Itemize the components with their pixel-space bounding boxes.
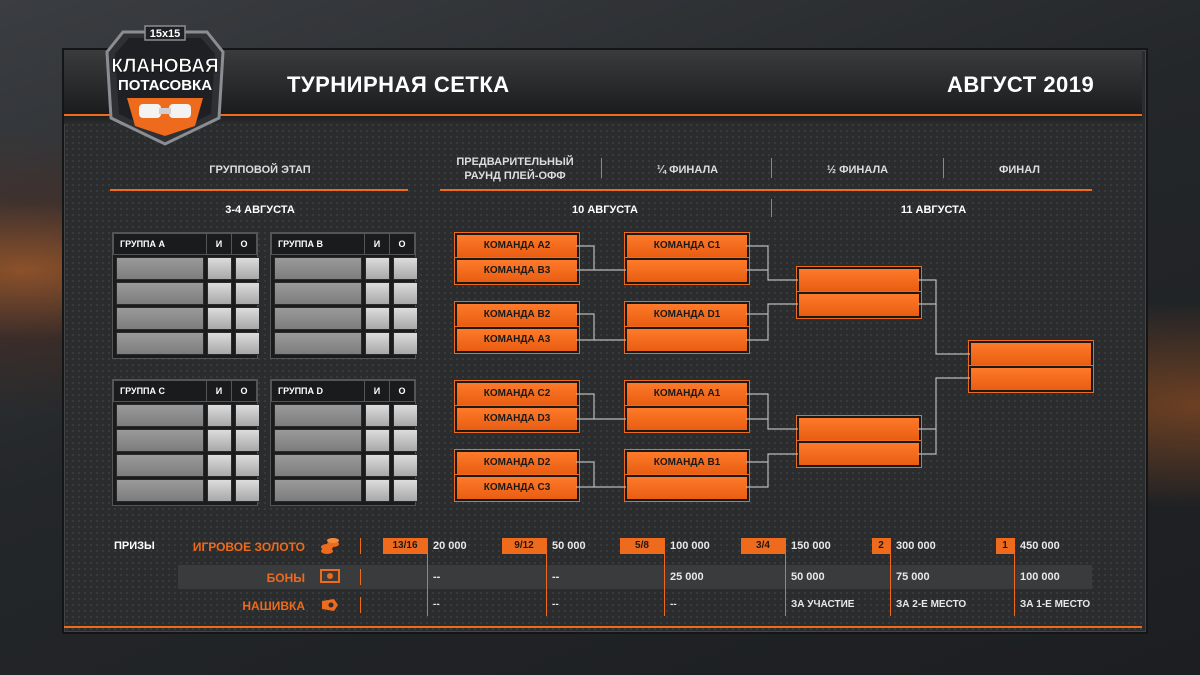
gold-coins-icon — [320, 538, 340, 561]
patch-value: ЗА УЧАСТИЕ — [791, 599, 855, 610]
divider — [890, 538, 891, 616]
place-tag: 3/4 — [741, 538, 785, 554]
prizes-label: ПРИЗЫ — [114, 540, 155, 552]
place-tag: 13/16 — [383, 538, 427, 554]
divider — [427, 538, 428, 616]
divider — [1014, 538, 1015, 616]
gold-row-label: ИГРОВОЕ ЗОЛОТО — [192, 540, 305, 554]
patch-row-label: НАШИВКА — [242, 599, 305, 613]
place-tag: 2 — [872, 538, 890, 554]
bonds-value: -- — [433, 571, 441, 583]
bonds-row-stripe — [178, 565, 1092, 589]
bonds-value: 100 000 — [1020, 571, 1060, 583]
patch-value: ЗА 2-Е МЕСТО — [896, 599, 967, 610]
bonds-value: 50 000 — [791, 571, 825, 583]
gold-value: 100 000 — [670, 540, 710, 552]
bonds-value: -- — [552, 571, 560, 583]
gold-value: 300 000 — [896, 540, 936, 552]
bottom-line — [64, 626, 1142, 628]
place-tag: 5/8 — [620, 538, 664, 554]
divider — [785, 538, 786, 616]
gold-value: 50 000 — [552, 540, 586, 552]
divider — [664, 538, 665, 616]
gold-value: 20 000 — [433, 540, 467, 552]
divider — [360, 597, 361, 613]
divider — [360, 569, 361, 585]
patch-value: ЗА 1-Е МЕСТО — [1020, 599, 1091, 610]
gold-value: 450 000 — [1020, 540, 1060, 552]
patch-value: -- — [670, 599, 677, 610]
bonds-row-label: БОНЫ — [266, 571, 305, 585]
patch-value: -- — [552, 599, 559, 610]
bonds-icon — [320, 569, 340, 588]
patch-value: -- — [433, 599, 440, 610]
divider — [546, 538, 547, 616]
bonds-value: 75 000 — [896, 571, 930, 583]
divider — [360, 538, 361, 554]
gold-value: 150 000 — [791, 540, 831, 552]
place-tag: 1 — [996, 538, 1014, 554]
place-tag: 9/12 — [502, 538, 546, 554]
bonds-value: 25 000 — [670, 571, 704, 583]
patch-icon — [320, 597, 340, 618]
